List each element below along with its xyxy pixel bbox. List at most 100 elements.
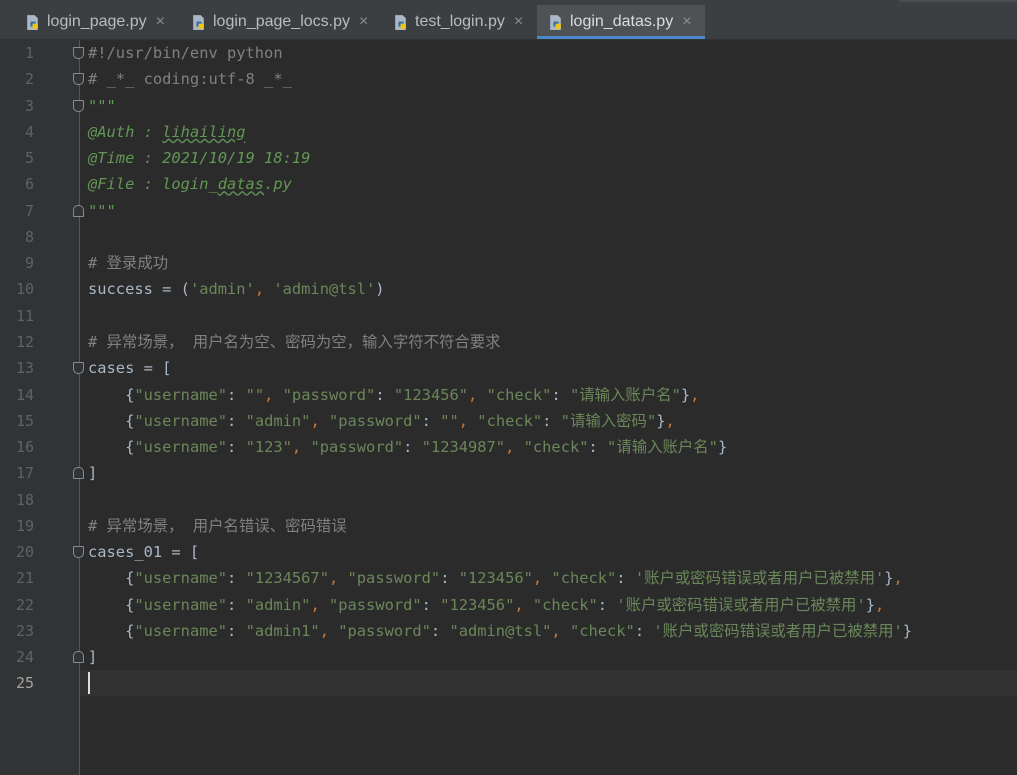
code-line[interactable]: 3 """: [0, 93, 1017, 119]
code-token: "password": [282, 385, 376, 404]
code-token: "username": [134, 438, 228, 457]
code-token: "123456": [458, 569, 533, 588]
line-number: 9: [24, 254, 34, 273]
code-token: success = (: [88, 280, 190, 299]
code-token: :: [403, 438, 422, 457]
code-token: ]: [88, 464, 98, 483]
code-token: :: [227, 438, 246, 457]
code-line[interactable]: 15 {"username": "admin", "password": "",…: [0, 408, 1017, 434]
code-token: ,: [468, 385, 487, 404]
line-code: {"username": "admin", "password": "", "c…: [88, 408, 675, 434]
code-token: """: [88, 201, 116, 220]
code-line[interactable]: 6 @File : login_datas.py: [0, 171, 1017, 197]
tab-label: login_datas.py: [570, 13, 674, 30]
code-token: :: [634, 621, 654, 640]
line-number: 1: [24, 44, 34, 62]
code-token: ,: [893, 569, 903, 588]
code-line[interactable]: 17]: [0, 460, 1017, 486]
line-code: ]: [88, 460, 97, 486]
code-token: "123456": [440, 595, 515, 614]
line-number: 17: [15, 464, 34, 483]
code-token: datas: [217, 175, 265, 194]
code-token: ,: [254, 280, 274, 299]
fold-start-icon[interactable]: [73, 47, 84, 59]
code-line[interactable]: 22 {"username": "admin", "password": "12…: [0, 592, 1017, 618]
code-token: {: [88, 569, 135, 588]
line-number: 22: [15, 595, 34, 614]
line-code: """: [88, 93, 116, 119]
code-line[interactable]: 16 {"username": "123", "password": "1234…: [0, 434, 1017, 460]
code-token: }: [902, 621, 913, 640]
line-code: cases = [: [88, 355, 171, 381]
code-line[interactable]: 12 # 异常场景， 用户名为空、密码为空，输入字符不符合要求: [0, 329, 1017, 355]
line-code: # 异常场景， 用户名错误、密码错误: [88, 513, 347, 539]
close-icon[interactable]: ×: [682, 13, 691, 31]
code-line[interactable]: 4 @Auth : lihailing: [0, 119, 1017, 145]
tab-bar-edge: [899, 0, 1017, 2]
fold-start-icon[interactable]: [73, 99, 84, 112]
line-code: cases_01 = [: [88, 539, 199, 565]
code-token: :: [588, 438, 608, 457]
code-line[interactable]: 25: [0, 670, 1017, 696]
fold-start-icon[interactable]: [73, 362, 84, 375]
tab-login-datas[interactable]: login_datas.py ×: [537, 5, 705, 39]
tab-test-login[interactable]: test_login.py ×: [382, 5, 537, 39]
code-line[interactable]: 11: [0, 303, 1017, 329]
code-line[interactable]: 24]: [0, 644, 1017, 670]
code-token: }: [884, 569, 894, 588]
fold-end-icon[interactable]: [73, 651, 84, 664]
code-token: "请输入账户名": [569, 385, 681, 404]
line-number: 20: [15, 543, 34, 562]
code-token: ,: [505, 438, 524, 457]
code-token: ,: [875, 595, 885, 614]
fold-start-icon[interactable]: [73, 73, 84, 86]
line-code: @Auth : lihailing: [88, 119, 246, 145]
code-token: {: [88, 411, 135, 430]
code-token: {: [88, 621, 135, 640]
code-token: "check": [486, 385, 552, 404]
python-file-icon: [27, 14, 38, 30]
line-code: # _*_ coding:utf-8 _*_: [88, 66, 292, 92]
code-token: {: [88, 595, 135, 614]
line-code: ]: [88, 644, 97, 670]
code-line[interactable]: 1 #!/usr/bin/env python: [0, 40, 1017, 66]
code-line[interactable]: 2 # _*_ coding:utf-8 _*_: [0, 66, 1017, 92]
code-token: '账户或密码错误或者用户已被禁用': [653, 621, 903, 640]
code-token: cases = [: [88, 359, 172, 378]
code-line[interactable]: 21 {"username": "1234567", "password": "…: [0, 565, 1017, 591]
close-icon[interactable]: ×: [156, 13, 165, 31]
code-line[interactable]: 7 """: [0, 198, 1017, 224]
code-token: lihailing: [162, 122, 246, 141]
close-icon[interactable]: ×: [514, 13, 523, 31]
code-token: "123": [245, 438, 292, 457]
code-token: ,: [310, 411, 329, 430]
code-token: :: [227, 595, 246, 614]
code-token: "check": [523, 438, 589, 457]
code-token: :: [227, 569, 246, 588]
code-token: "check": [477, 411, 543, 430]
line-code: {"username": "admin1", "password": "admi…: [88, 618, 912, 644]
code-line[interactable]: 18: [0, 487, 1017, 513]
code-line[interactable]: 10 success = ('admin', 'admin@tsl'): [0, 276, 1017, 302]
line-number: 8: [24, 227, 34, 246]
tab-login-page[interactable]: login_page.py ×: [14, 5, 184, 39]
code-line[interactable]: 19 # 异常场景， 用户名错误、密码错误: [0, 513, 1017, 539]
close-icon[interactable]: ×: [359, 13, 368, 31]
tab-login-page-locs[interactable]: login_page_locs.py ×: [180, 5, 382, 39]
fold-end-icon[interactable]: [73, 467, 84, 480]
code-line[interactable]: 14 {"username": "", "password": "123456"…: [0, 382, 1017, 408]
code-line[interactable]: 23 {"username": "admin1", "password": "a…: [0, 618, 1017, 644]
line-code: @Time : 2021/10/19 18:19: [88, 145, 310, 171]
python-file-icon: [193, 14, 204, 30]
code-line[interactable]: 20 cases_01 = [: [0, 539, 1017, 565]
code-token: 'admin@tsl': [273, 280, 376, 299]
code-line[interactable]: 8: [0, 224, 1017, 250]
code-line[interactable]: 9 # 登录成功: [0, 250, 1017, 276]
code-line[interactable]: 5 @Time : 2021/10/19 18:19: [0, 145, 1017, 171]
line-number: 11: [15, 306, 34, 325]
line-number: 21: [15, 569, 34, 588]
code-token: :: [616, 569, 635, 588]
code-line[interactable]: 13 cases = [: [0, 355, 1017, 381]
fold-start-icon[interactable]: [73, 546, 84, 559]
fold-end-icon[interactable]: [73, 204, 84, 217]
